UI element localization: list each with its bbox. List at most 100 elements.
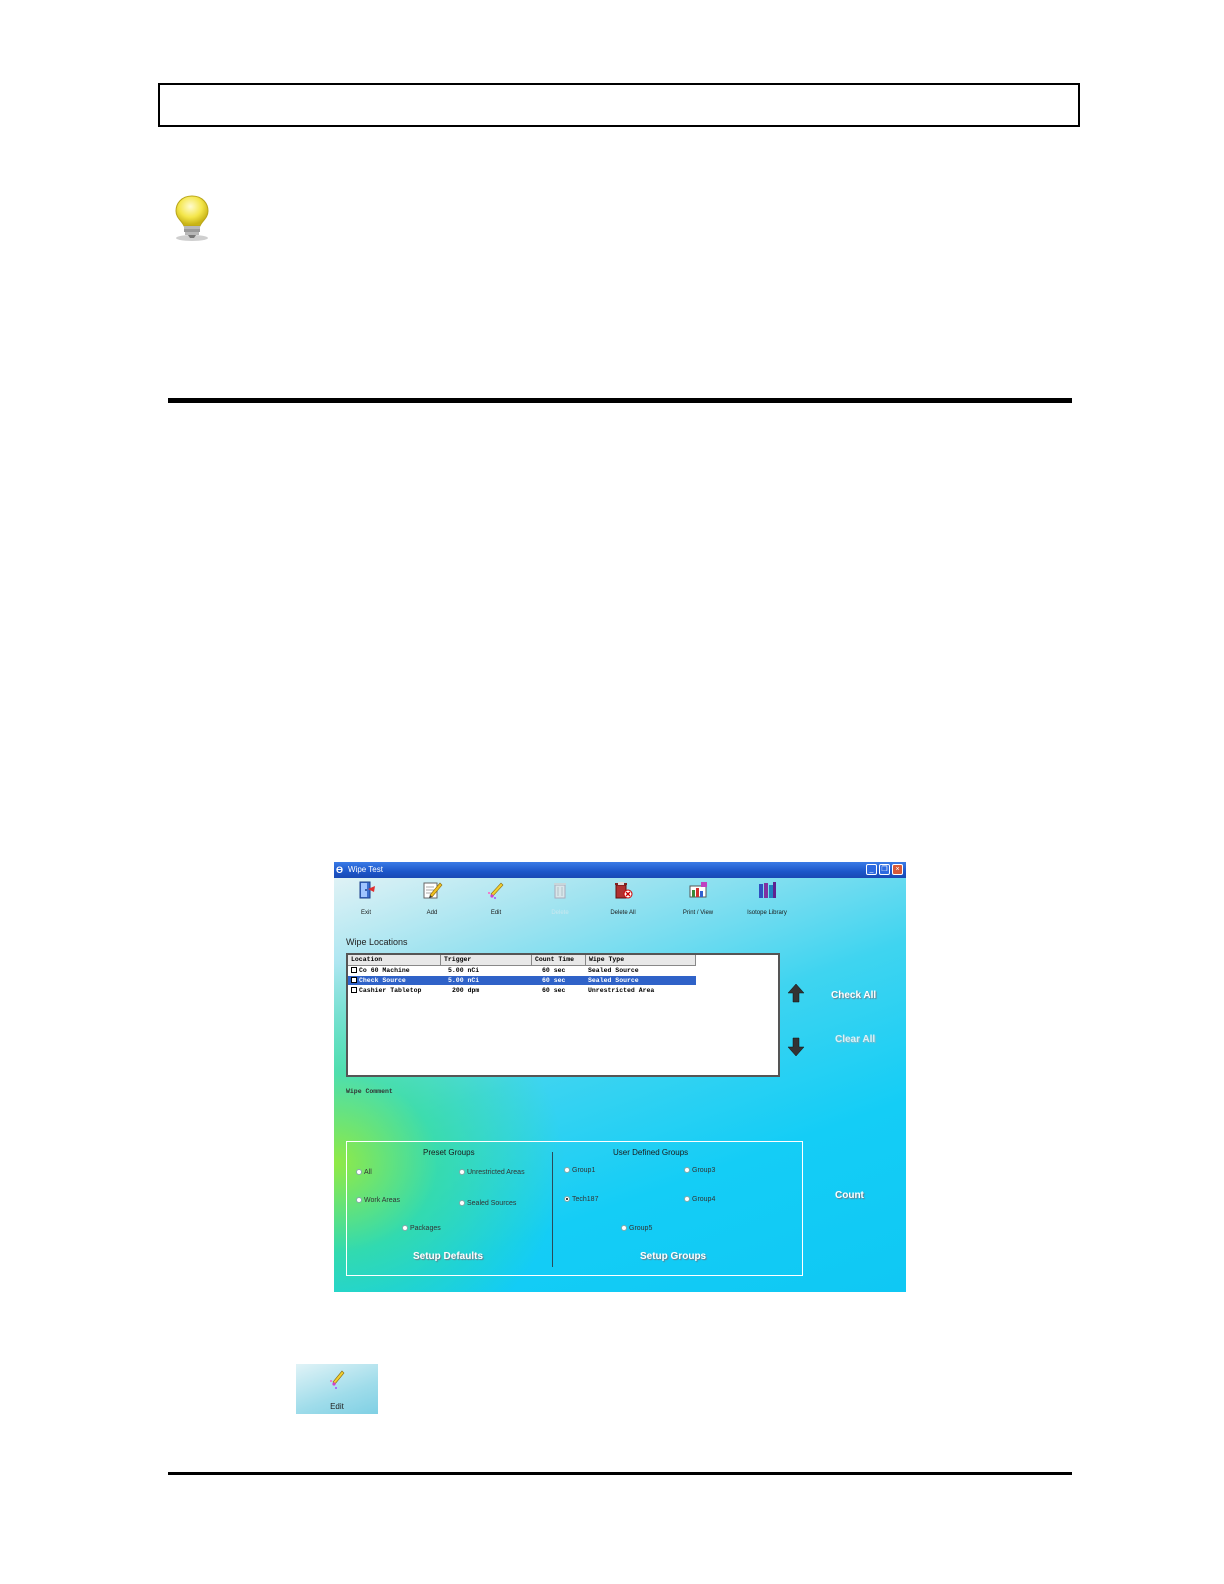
radio-label: Sealed Sources: [467, 1200, 517, 1207]
row-checkbox[interactable]: [351, 987, 357, 993]
user-groups-title: User Defined Groups: [613, 1148, 689, 1157]
toolbar-label: Exit: [360, 910, 371, 916]
wipe-comment-label: Wipe Comment: [346, 1088, 393, 1095]
radio-group1[interactable]: Group1: [564, 1167, 595, 1175]
radio-dot[interactable]: [564, 1167, 570, 1173]
setup-groups-button[interactable]: Setup Groups: [640, 1251, 706, 1262]
lightbulb-icon: [175, 195, 209, 241]
cell-location: Cashier Tabletop: [359, 987, 422, 994]
column-header-count-time[interactable]: Count Time: [532, 955, 586, 965]
radio-preset-sealed-sources[interactable]: Sealed Sources: [459, 1200, 516, 1208]
close-button[interactable]: ×: [892, 864, 903, 875]
radio-dot[interactable]: [621, 1225, 627, 1231]
cell-wipe-type: Unrestricted Area: [588, 987, 655, 994]
move-down-arrow-icon[interactable]: [787, 1037, 805, 1057]
isotope-library-icon: [759, 882, 776, 898]
radio-preset-unrestricted-areas[interactable]: Unrestricted Areas: [459, 1169, 525, 1177]
radio-label: Unrestricted Areas: [467, 1169, 525, 1176]
exit-door-icon: [359, 881, 375, 899]
window-title: Wipe Test: [348, 865, 383, 874]
delete-bin-icon: [554, 883, 566, 899]
radio-dot[interactable]: [356, 1169, 362, 1175]
footer-rule: [168, 1472, 1072, 1475]
cell-count-time: 60 sec: [542, 977, 566, 984]
radio-dot[interactable]: [356, 1197, 362, 1203]
radio-label: Tech187: [572, 1196, 599, 1203]
clear-all-button[interactable]: Clear All: [835, 1034, 875, 1045]
groups-divider: [552, 1152, 553, 1267]
toolbar-print-view-button[interactable]: Print / View: [668, 880, 728, 916]
toolbar-label: Edit: [490, 910, 502, 916]
radio-label: Group5: [629, 1225, 653, 1232]
radio-dot[interactable]: [684, 1196, 690, 1202]
radio-label: Group1: [572, 1167, 596, 1174]
cell-trigger: 5.00 nCi: [448, 977, 480, 984]
toolbar-edit-button[interactable]: Edit: [466, 880, 526, 916]
radio-preset-packages[interactable]: Packages: [402, 1225, 441, 1233]
cell-location: Co 60 Machine: [359, 967, 410, 974]
toolbar-delete-button[interactable]: Delete: [530, 880, 590, 916]
setup-defaults-button[interactable]: Setup Defaults: [413, 1251, 483, 1262]
radio-preset-work-areas[interactable]: Work Areas: [356, 1197, 400, 1205]
radio-dot[interactable]: [684, 1167, 690, 1173]
radio-dot[interactable]: [459, 1169, 465, 1175]
table-row-selected[interactable]: Check Source 5.00 nCi 60 sec Sealed Sour…: [348, 976, 696, 985]
edit-button-thumbnail: Edit: [296, 1364, 378, 1414]
cell-count-time: 60 sec: [542, 967, 566, 974]
cell-trigger: 200 dpm: [452, 987, 480, 994]
radio-dot[interactable]: [459, 1200, 465, 1206]
toolbar-label: Delete: [551, 910, 569, 916]
table-row[interactable]: Co 60 Machine 5.00 nCi 60 sec Sealed Sou…: [348, 966, 696, 975]
add-pencil-icon: [423, 882, 443, 899]
column-header-trigger[interactable]: Trigger: [441, 955, 532, 965]
move-up-arrow-icon[interactable]: [787, 983, 805, 1003]
wipe-locations-title: Wipe Locations: [346, 937, 408, 947]
restore-button[interactable]: ❐: [879, 864, 890, 875]
toolbar-exit-button[interactable]: Exit: [336, 880, 396, 916]
radio-dot-selected[interactable]: [564, 1196, 570, 1202]
radio-dot[interactable]: [402, 1225, 408, 1231]
window-titlebar[interactable]: ϴ Wipe Test _ ❐ ×: [334, 862, 906, 878]
radio-label: Group4: [692, 1196, 716, 1203]
edit-thumbnail-label: Edit: [330, 1402, 344, 1411]
toolbar-isotope-library-button[interactable]: Isotope Library: [737, 880, 797, 916]
toolbar-label: Isotope Library: [747, 910, 787, 916]
list-header: Location Trigger Count Time Wipe Type: [348, 955, 696, 966]
column-header-location[interactable]: Location: [348, 955, 441, 965]
radio-tech187[interactable]: Tech187: [564, 1196, 598, 1204]
toolbar-delete-all-button[interactable]: Delete All: [593, 880, 653, 916]
radio-group3[interactable]: Group3: [684, 1167, 715, 1175]
cell-location: Check Source: [359, 977, 406, 984]
radio-label: Work Areas: [364, 1197, 401, 1204]
toolbar-label: Print / View: [682, 910, 714, 916]
wipe-locations-list[interactable]: Location Trigger Count Time Wipe Type Co…: [346, 953, 780, 1077]
radio-group4[interactable]: Group4: [684, 1196, 715, 1204]
table-row[interactable]: Cashier Tabletop 200 dpm 60 sec Unrestri…: [348, 986, 696, 995]
column-header-wipe-type[interactable]: Wipe Type: [586, 955, 696, 965]
preset-groups-title: Preset Groups: [423, 1148, 475, 1157]
toolbar-label: Add: [426, 910, 438, 916]
count-button[interactable]: Count: [835, 1190, 864, 1201]
edit-wand-icon: [330, 1370, 345, 1389]
radio-preset-all[interactable]: All: [356, 1169, 372, 1177]
section-rule: [168, 398, 1072, 403]
check-all-button[interactable]: Check All: [831, 990, 876, 1001]
app-icon: ϴ: [336, 865, 344, 875]
page-header-box: [158, 83, 1080, 127]
row-checkbox[interactable]: [351, 977, 357, 983]
cell-count-time: 60 sec: [542, 987, 566, 994]
cell-trigger: 5.00 nCi: [448, 967, 480, 974]
print-view-icon: [689, 882, 707, 898]
row-checkbox[interactable]: [351, 967, 357, 973]
toolbar-add-button[interactable]: Add: [402, 880, 462, 916]
edit-wand-icon: [488, 882, 504, 899]
groups-panel: Preset Groups User Defined Groups All Un…: [346, 1141, 803, 1276]
radio-label: Packages: [410, 1225, 441, 1232]
delete-all-icon: [615, 882, 633, 899]
radio-label: Group3: [692, 1167, 716, 1174]
toolbar-label: Delete All: [610, 910, 636, 916]
radio-group5[interactable]: Group5: [621, 1225, 652, 1233]
radio-label: All: [364, 1169, 372, 1176]
minimize-button[interactable]: _: [866, 864, 877, 875]
cell-wipe-type: Sealed Source: [588, 977, 639, 984]
